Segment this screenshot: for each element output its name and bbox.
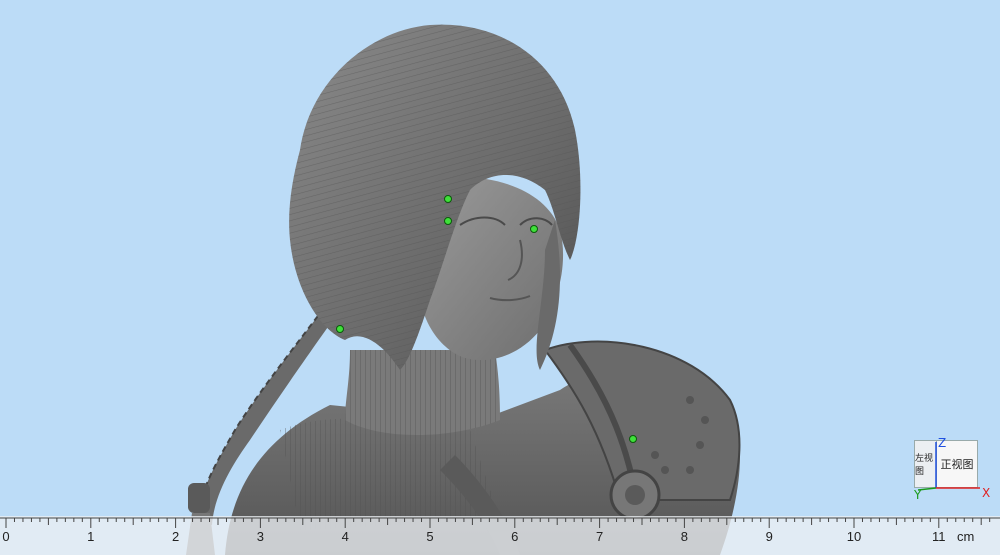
ruler-unit-label: cm [957, 529, 975, 544]
marker-point[interactable] [530, 225, 538, 233]
ruler-tick-label: 3 [256, 529, 265, 544]
ruler-tick-label: 1 [87, 529, 95, 544]
ruler-tick-label: 10 [846, 529, 862, 544]
ruler-tick-label: 4 [341, 529, 349, 544]
axis-lines [917, 442, 980, 491]
ruler-tick-label: 0 [2, 529, 10, 544]
neck [345, 350, 500, 435]
axis-y-label: Y [914, 488, 922, 502]
ruler-tick-label: 9 [765, 529, 773, 544]
ruler-tick-label: 11 [932, 529, 946, 544]
marker-point[interactable] [444, 195, 452, 203]
marker-point[interactable] [629, 435, 637, 443]
ruler-tick-label: 2 [171, 529, 180, 544]
sculpture-model[interactable] [0, 0, 1000, 555]
marker-point[interactable] [444, 217, 452, 225]
ruler-tick-label: 8 [680, 529, 689, 544]
marker-point[interactable] [336, 325, 344, 333]
3d-viewport[interactable]: 左视图 正视图 Z Y X cm 0 1 2 3 4 5 6 7 8 9 10 11 [0, 0, 1000, 555]
ruler-tick-label: 6 [511, 529, 519, 544]
axis-z-label: Z [938, 436, 947, 450]
axis-x-label: X [982, 486, 991, 500]
measurement-ruler: cm 0 1 2 3 4 5 6 7 8 9 10 11 [0, 516, 1000, 555]
view-cube[interactable]: 左视图 正视图 Z Y X [912, 436, 990, 502]
ruler-tick-label: 5 [426, 529, 434, 544]
ruler-tick-label: 7 [595, 529, 604, 544]
